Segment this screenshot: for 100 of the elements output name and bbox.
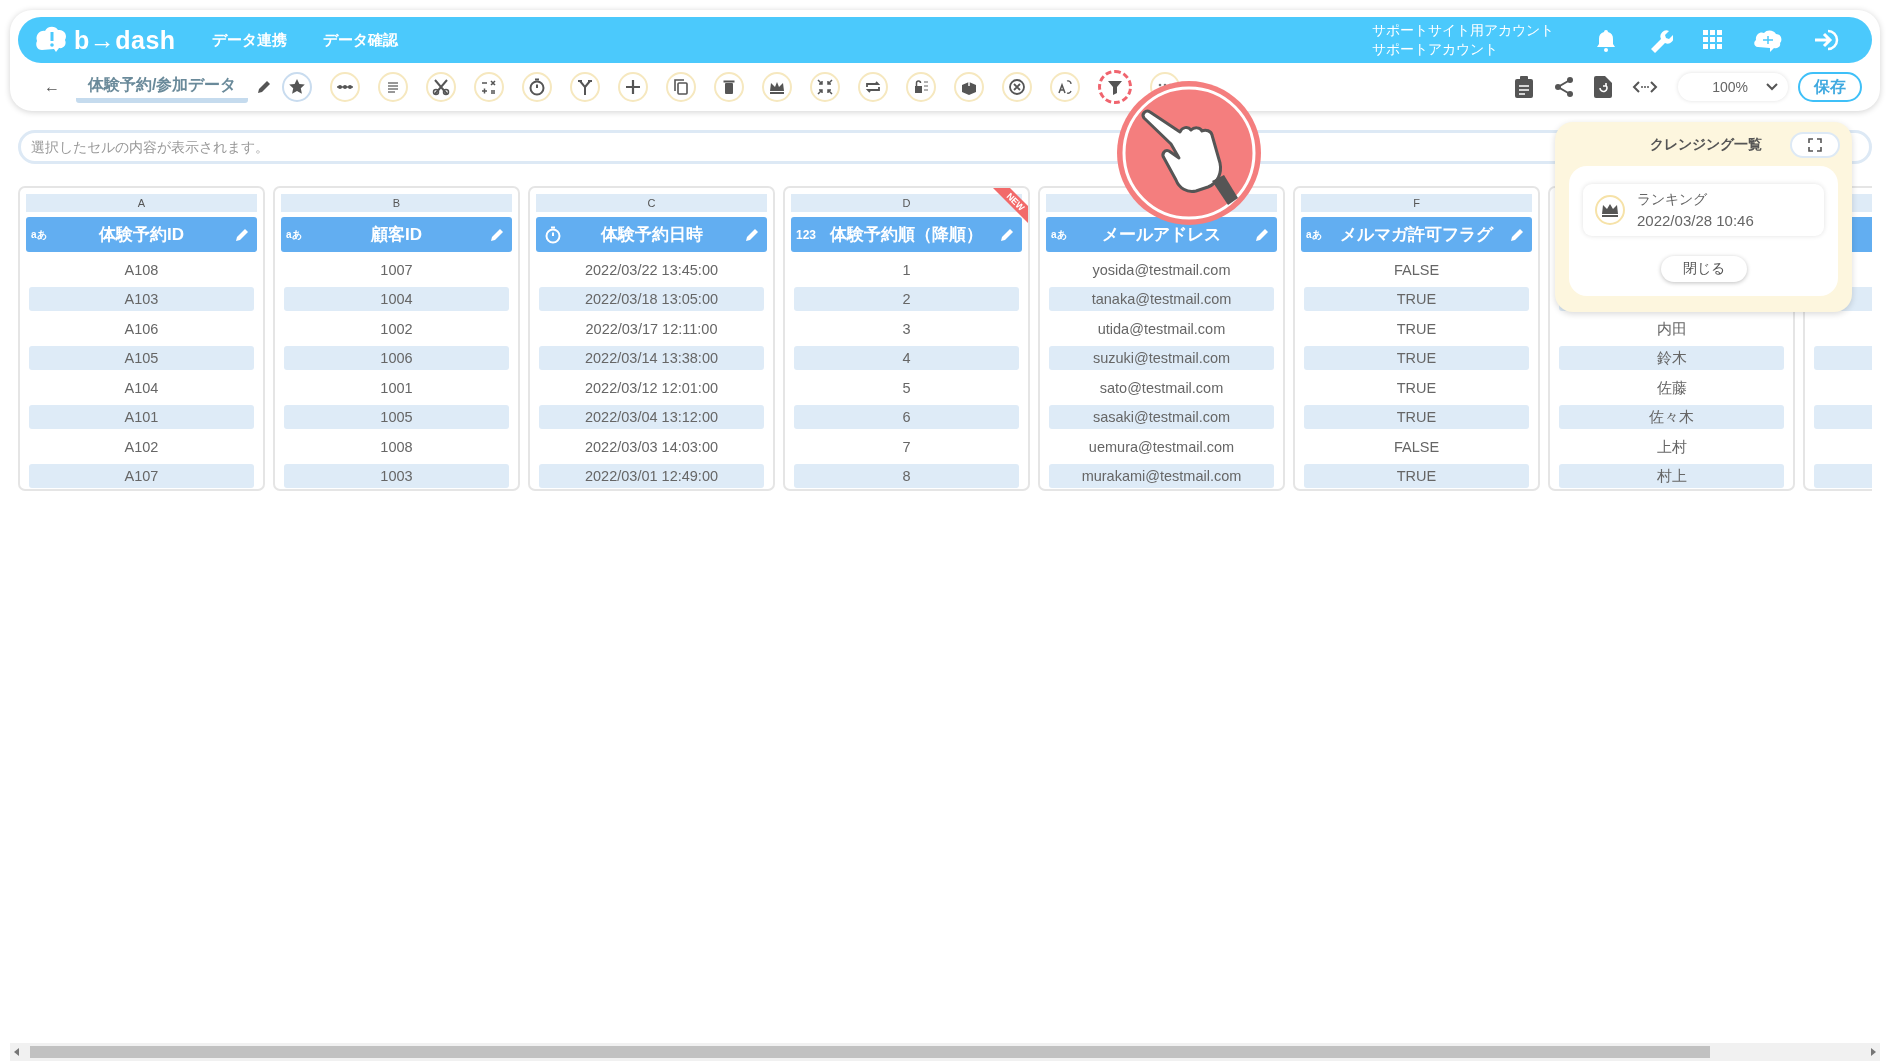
table-cell: 2022/03/18 13:05:00 bbox=[539, 287, 764, 311]
plus-icon bbox=[624, 78, 643, 96]
table-cell: 2022/03/14 13:38:00 bbox=[539, 346, 764, 370]
table-cell: TRUE bbox=[1304, 464, 1529, 488]
text-type-icon: aあ bbox=[31, 227, 47, 242]
apps-icon bbox=[1703, 30, 1723, 50]
table-cell: 1004 bbox=[284, 287, 509, 311]
table-cell-text: 1002 bbox=[379, 319, 414, 339]
close-circle-icon bbox=[1008, 78, 1027, 96]
table-cell: 2022/03/04 13:12:00 bbox=[539, 405, 764, 429]
table-cell: 1006 bbox=[284, 346, 509, 370]
table-cell: TRUE bbox=[1304, 405, 1529, 429]
table-cell: A107 bbox=[29, 464, 254, 488]
pencil-icon bbox=[744, 226, 760, 243]
dots-icon bbox=[336, 84, 355, 90]
table-cell-text: TRUE bbox=[1395, 378, 1438, 398]
column-header[interactable]: 体験予約日時 bbox=[536, 217, 767, 252]
stopwatch-icon bbox=[528, 78, 547, 96]
column-header[interactable]: aあ メールアドレス bbox=[1046, 217, 1277, 252]
table-cell-text: TRUE bbox=[1395, 319, 1438, 339]
table-cell: sasaki@testmail.com bbox=[1049, 405, 1274, 429]
table-cell-text: 7 bbox=[901, 437, 912, 457]
table-cell-text: 2022/03/12 12:01:00 bbox=[583, 378, 719, 398]
tool-button[interactable] bbox=[1098, 70, 1133, 104]
cleansing-item[interactable]: ランキング 2022/03/28 10:46 bbox=[1583, 184, 1824, 236]
column-header[interactable]: aあ 体験予約ID bbox=[26, 217, 257, 252]
column-header[interactable]: 123 体験予約順（降順） bbox=[791, 217, 1022, 252]
table-cell: 2022/03/01 12:49:00 bbox=[539, 464, 764, 488]
column-title: 体験予約日時 bbox=[600, 224, 703, 246]
pencil-icon bbox=[256, 79, 273, 95]
lock-icon bbox=[912, 78, 931, 96]
scrollbar-thumb[interactable] bbox=[30, 1046, 1710, 1058]
table-cell: tanaka@testmail.com bbox=[1049, 287, 1274, 311]
column-title: メルマガ許可フラグ bbox=[1340, 224, 1493, 246]
clipboard-icon bbox=[1514, 76, 1534, 98]
translate-icon bbox=[1056, 78, 1075, 96]
compress-icon bbox=[816, 78, 835, 96]
table-cell: A101 bbox=[29, 405, 254, 429]
table-cell-text: FALSE bbox=[1392, 437, 1441, 457]
table-cell-text: 内田 bbox=[1655, 319, 1688, 339]
item-name: ランキング bbox=[1637, 191, 1708, 209]
table-cell: 村上 bbox=[1559, 464, 1784, 488]
table-cell-text: A108 bbox=[123, 260, 160, 280]
expand-icon bbox=[1808, 138, 1822, 152]
sheet-title[interactable]: 体験予約/参加データ bbox=[76, 75, 249, 103]
table-cell-text: 1001 bbox=[379, 378, 414, 398]
panel-title: クレンジング一覧 bbox=[1650, 136, 1762, 154]
save-button[interactable]: 保存 bbox=[1798, 72, 1862, 102]
filter-icon bbox=[1106, 78, 1125, 96]
text-type-icon: aあ bbox=[1306, 227, 1322, 242]
pencil-icon bbox=[489, 226, 505, 243]
table-cell: 1003 bbox=[284, 464, 509, 488]
close-button[interactable]: 閉じる bbox=[1660, 256, 1747, 282]
account-name: サポートサイト用アカウント bbox=[1372, 21, 1554, 40]
nav-link[interactable]: データ連携 bbox=[211, 30, 287, 50]
number-type-icon: 123 bbox=[796, 227, 817, 242]
table-cell: suzuki@testmail.com bbox=[1049, 346, 1274, 370]
column-letter[interactable]: F bbox=[1301, 194, 1532, 212]
table-cell: A103 bbox=[29, 287, 254, 311]
expand-button[interactable] bbox=[1790, 132, 1840, 158]
bell-icon bbox=[1595, 28, 1617, 52]
crown-icon bbox=[1601, 202, 1619, 218]
text-type-icon: aあ bbox=[286, 227, 302, 242]
table-cell-text: 3 bbox=[901, 319, 912, 339]
table-cell-text: 1007 bbox=[379, 260, 414, 280]
fork-icon bbox=[576, 78, 595, 96]
item-date: 2022/03/28 10:46 bbox=[1637, 212, 1754, 229]
table-cell-text: A104 bbox=[123, 378, 160, 398]
table-cell: murakami@testmail.com bbox=[1049, 464, 1274, 488]
chevron-down-icon bbox=[1766, 83, 1778, 91]
table-cell-text: uemura@testmail.com bbox=[1087, 437, 1236, 457]
zoom-select[interactable]: 100% bbox=[1678, 73, 1788, 101]
table-cell: 2 bbox=[794, 287, 1019, 311]
table-cell-text: 2022/03/17 12:11:00 bbox=[584, 319, 719, 339]
table-cell: 佐々木 bbox=[1559, 405, 1784, 429]
table-cell-text: FALSE bbox=[1392, 260, 1441, 280]
table-cell-text: yosida@testmail.com bbox=[1091, 260, 1232, 280]
back-link[interactable]: ← bbox=[44, 78, 60, 96]
column-header[interactable]: aあ メルマガ許可フラグ bbox=[1301, 217, 1532, 252]
nav-link[interactable]: データ確認 bbox=[322, 30, 398, 50]
table-cell-text: 2022/03/22 13:45:00 bbox=[583, 260, 719, 280]
pencil-icon bbox=[234, 226, 250, 243]
column-letter[interactable]: A bbox=[26, 194, 257, 212]
column-header[interactable]: aあ 顧客ID bbox=[281, 217, 512, 252]
column-title: メールアドレス bbox=[1102, 224, 1221, 246]
table-cell: A105 bbox=[29, 346, 254, 370]
table-cell-text: 1008 bbox=[379, 437, 414, 457]
table-cell: TRUE bbox=[1304, 346, 1529, 370]
table-cell: 8 bbox=[794, 464, 1019, 488]
table-cell: 1005 bbox=[284, 405, 509, 429]
column-letter[interactable]: B bbox=[281, 194, 512, 212]
table-cell-text: utida@testmail.com bbox=[1096, 319, 1227, 339]
table-cell: 6 bbox=[794, 405, 1019, 429]
table-cell-text: 2022/03/03 14:03:00 bbox=[583, 437, 719, 457]
sign-in-icon bbox=[1813, 28, 1841, 52]
scissors-icon bbox=[432, 78, 451, 96]
table-cell-text: sato@testmail.com bbox=[1098, 378, 1225, 398]
operators-icon bbox=[480, 78, 499, 96]
copy-icon bbox=[672, 78, 691, 96]
column-letter[interactable]: C bbox=[536, 194, 767, 212]
